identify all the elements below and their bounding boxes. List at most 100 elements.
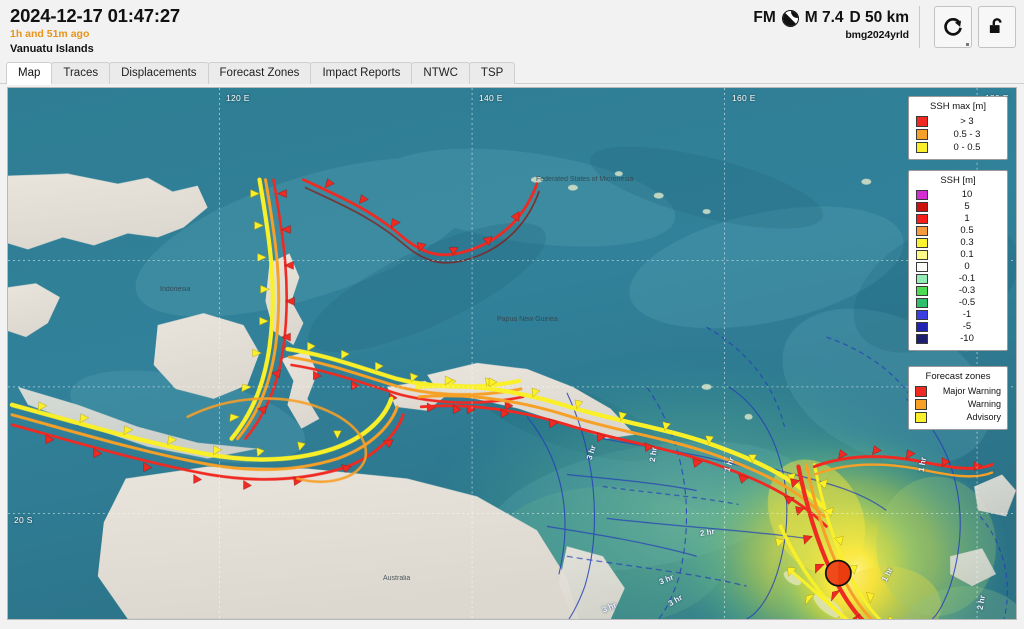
refresh-icon — [944, 18, 962, 36]
grid-label-lon-120e: 120 E — [226, 93, 250, 103]
map-graphics — [8, 88, 1016, 619]
tab-displacements[interactable]: Displacements — [109, 62, 209, 84]
legend-label: 1 — [964, 213, 970, 224]
swatch-ssh — [916, 214, 928, 224]
swatch-ssh — [916, 190, 928, 200]
legend-ssh-max-title: SSH max [m] — [930, 101, 986, 112]
tsunami-map[interactable]: 120 E 140 E 160 E 180 E 20 S Indonesia F… — [7, 87, 1017, 620]
depth-value: D 50 km — [849, 9, 909, 26]
tab-impact-reports[interactable]: Impact Reports — [310, 62, 413, 84]
event-region: Vanuatu Islands — [10, 43, 94, 55]
legend-ssh-scale: SSH [m] 10 5 1 0.5 0.3 0.1 0 -0.1 -0.3 -0.5 -1 -5 -1… — [908, 170, 1008, 351]
legend-row: -1 — [916, 309, 1000, 321]
swatch-advisory — [915, 412, 927, 423]
tab-forecast-zones[interactable]: Forecast Zones — [207, 62, 312, 84]
refresh-button[interactable] — [934, 6, 972, 48]
place-label-papua-new-guinea: Papua New Guinea — [497, 316, 558, 323]
legend-label: 0.1 — [960, 249, 974, 260]
legend-row: 0 — [916, 261, 1000, 273]
legend-label: -10 — [960, 333, 974, 344]
swatch-ssh — [916, 202, 928, 212]
tab-bar: Map Traces Displacements Forecast Zones … — [0, 62, 1024, 85]
legend-label: 10 — [961, 189, 973, 200]
resize-corner — [966, 43, 969, 46]
swatch-ssh — [916, 334, 928, 344]
legend-label: > 3 — [960, 116, 974, 127]
legend-label: 0.5 — [960, 225, 974, 236]
legend-ssh-title: SSH [m] — [940, 175, 976, 186]
legend-row: 0.3 — [916, 237, 1000, 249]
legend-ssh-max: SSH max [m] > 3 0.5 - 3 0 - 0.5 — [908, 96, 1008, 160]
grid-label-lon-140e: 140 E — [479, 93, 503, 103]
legend-label: 0 - 0.5 — [953, 142, 981, 153]
legend-forecast-zones: Forecast zones Major Warning Warning Adv… — [908, 366, 1008, 430]
beachball-icon — [781, 9, 799, 27]
legend-label: -5 — [962, 321, 972, 332]
legend-row: Advisory — [915, 411, 1001, 424]
legend-label: -0.5 — [958, 297, 976, 308]
swatch-ssh — [916, 238, 928, 248]
legend-label: -1 — [962, 309, 972, 320]
swatch-ssh — [916, 298, 928, 308]
swatch-ssh — [916, 262, 928, 272]
swatch-major — [916, 116, 928, 127]
swatch-ssh — [916, 286, 928, 296]
legend-row: Warning — [915, 398, 1001, 411]
legend-row: 10 — [916, 189, 1000, 201]
grid-label-lat-20s: 20 S — [14, 515, 33, 525]
legend-row: -0.1 — [916, 273, 1000, 285]
legend-row: -10 — [916, 333, 1000, 345]
legend-row: 0.1 — [916, 249, 1000, 261]
legend-label: -0.3 — [958, 285, 976, 296]
legend-row: 1 — [916, 213, 1000, 225]
legend-row: 0.5 - 3 — [916, 128, 1000, 141]
legend-row: -0.5 — [916, 297, 1000, 309]
legend-label: 0.3 — [960, 237, 974, 248]
swatch-ssh — [916, 226, 928, 236]
legend-label: 0.5 - 3 — [953, 129, 981, 140]
grid-label-lon-160e: 160 E — [732, 93, 756, 103]
event-id: bmg2024yrld — [845, 29, 909, 41]
legend-label: Major Warning — [942, 386, 1001, 396]
legend-row: 5 — [916, 201, 1000, 213]
event-summary: 2024-12-17 01:47:27 1h and 51m ago Vanua… — [10, 5, 180, 56]
legend-label: -0.1 — [958, 273, 976, 284]
place-label-indonesia: Indonesia — [160, 286, 191, 293]
swatch-ssh — [916, 310, 928, 320]
swatch-warning — [915, 399, 927, 410]
tab-map[interactable]: Map — [6, 62, 53, 85]
swatch-ssh — [916, 322, 928, 332]
legend-row: -5 — [916, 321, 1000, 333]
place-label-micronesia: Federated States of Micronesia — [536, 176, 634, 183]
header-divider — [919, 6, 920, 48]
legend-row: 0.5 — [916, 225, 1000, 237]
tab-ntwc[interactable]: NTWC — [411, 62, 470, 84]
swatch-ssh — [916, 274, 928, 284]
app-header: 2024-12-17 01:47:27 1h and 51m ago Vanua… — [0, 0, 1024, 62]
legend-row: Major Warning — [915, 385, 1001, 398]
tab-tsp[interactable]: TSP — [468, 62, 516, 84]
legend-label: Warning — [967, 399, 1001, 409]
event-time-ago: 1h and 51m ago — [10, 28, 90, 40]
legend-label: 5 — [964, 201, 970, 212]
legend-row: -0.3 — [916, 285, 1000, 297]
place-label-australia: Australia — [383, 575, 411, 582]
map-canvas[interactable]: 120 E 140 E 160 E 180 E 20 S Indonesia F… — [8, 88, 1016, 619]
fm-label: FM — [753, 9, 776, 26]
unlock-icon — [989, 18, 1002, 34]
magnitude-value: M 7.4 — [804, 9, 844, 26]
legend-row: > 3 — [916, 115, 1000, 128]
event-timestamp: 2024-12-17 01:47:27 — [10, 5, 181, 26]
legend-label: Advisory — [966, 412, 1001, 422]
tab-traces[interactable]: Traces — [51, 62, 111, 84]
legend-ssh-rows: 10 5 1 0.5 0.3 0.1 0 -0.1 -0.3 -0.5 -1 -5 -10 — [916, 189, 1000, 345]
header-controls: FM M 7.4 D 50 km bmg2024yrld — [753, 6, 1016, 48]
legend-label: 0 — [964, 261, 970, 272]
swatch-advisory — [916, 142, 928, 153]
swatch-major-warning — [915, 386, 927, 397]
legend-zones-title: Forecast zones — [925, 371, 991, 382]
swatch-ssh — [916, 250, 928, 260]
legend-row: 0 - 0.5 — [916, 141, 1000, 154]
lock-button[interactable] — [978, 6, 1016, 48]
focal-mechanism-summary: FM M 7.4 D 50 km bmg2024yrld — [753, 6, 919, 41]
